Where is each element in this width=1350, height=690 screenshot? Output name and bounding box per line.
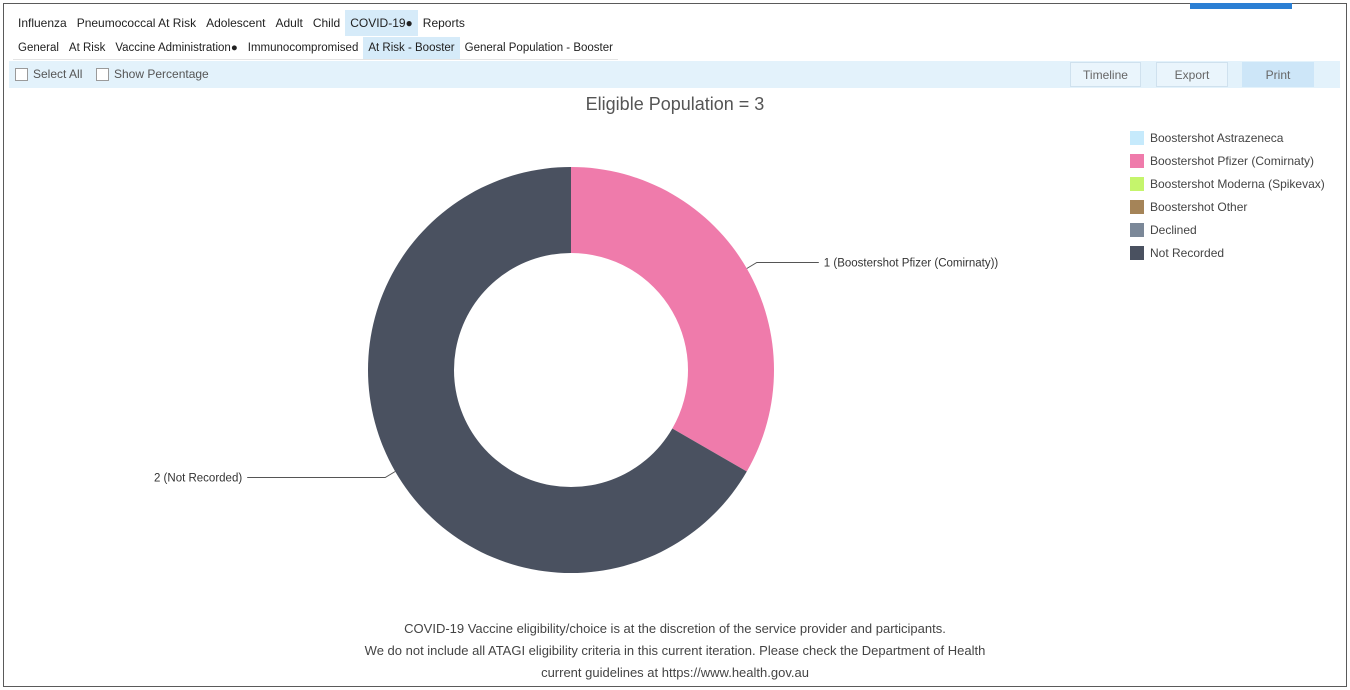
legend-swatch [1130,199,1144,214]
legend-label: Boostershot Astrazeneca [1150,130,1284,145]
data-label-connector [247,471,396,478]
donut-slices [367,167,774,573]
legend-swatch [1130,245,1144,260]
donut-chart: 1 (Boostershot Pfizer (Comirnaty)) 2 (Not… [154,167,998,573]
legend-item[interactable]: Boostershot Astrazeneca [1130,126,1325,149]
legend-label: Not Recorded [1150,245,1225,260]
legend-swatch [1130,176,1144,191]
legend-item[interactable]: Not Recorded [1130,241,1325,264]
legend-swatch [1130,222,1144,237]
legend-swatch [1130,153,1144,168]
legend-label: Boostershot Other [1150,199,1248,214]
footer-line-1: COVID-19 Vaccine eligibility/choice is a… [404,621,946,636]
disclaimer-footer: COVID-19 Vaccine eligibility/choice is a… [0,618,1350,684]
data-label: 2 (Not Recorded) [154,473,242,485]
data-labels: 1 (Boostershot Pfizer (Comirnaty)) 2 (Not… [154,258,998,485]
legend-label: Boostershot Moderna (Spikevax) [1150,176,1325,191]
legend-swatch [1130,130,1144,145]
legend-item[interactable]: Boostershot Pfizer (Comirnaty) [1130,149,1325,172]
legend-label: Declined [1150,222,1197,237]
footer-line-3: current guidelines at https://www.health… [541,665,809,680]
legend-item[interactable]: Declined [1130,218,1325,241]
legend-item[interactable]: Boostershot Other [1130,195,1325,218]
chart-legend: Boostershot Astrazeneca Boostershot Pfize… [1130,126,1325,264]
donut-slice[interactable] [571,167,774,472]
footer-line-2: We do not include all ATAGI eligibility … [364,643,986,658]
legend-label: Boostershot Pfizer (Comirnaty) [1150,153,1315,168]
legend-item[interactable]: Boostershot Moderna (Spikevax) [1130,172,1325,195]
data-label: 1 (Boostershot Pfizer (Comirnaty)) [824,258,999,270]
data-label-connector [746,262,819,269]
